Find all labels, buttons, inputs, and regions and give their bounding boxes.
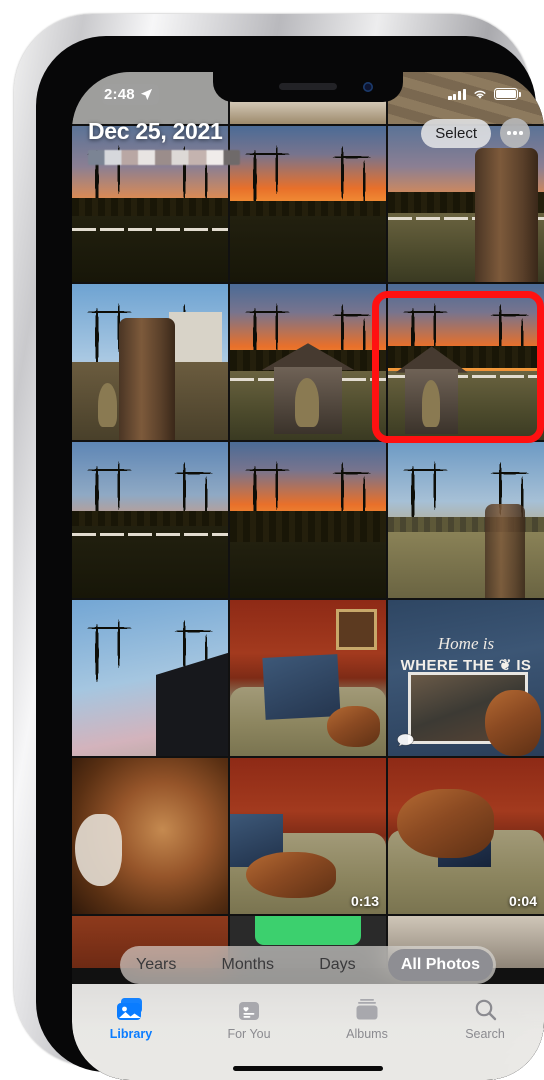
photo-row2-col1[interactable] bbox=[72, 284, 228, 440]
timeline-segmented-control-wrap: Years Months Days All Photos bbox=[72, 946, 544, 984]
video-duration-badge: 0:13 bbox=[350, 893, 379, 909]
photo-row5-col2[interactable]: 0:13 bbox=[230, 758, 386, 914]
photo-row4-col3[interactable]: Home is WHERE THE ❦ IS bbox=[388, 600, 544, 756]
phone-frame: Home is WHERE THE ❦ IS 0:13 0:04 Dec 25,… bbox=[14, 14, 544, 1080]
tab-label-for-you: For You bbox=[227, 1027, 271, 1041]
speaker-grille bbox=[279, 83, 337, 90]
ellipsis-icon-dot bbox=[507, 131, 511, 135]
home-indicator[interactable] bbox=[233, 1066, 383, 1071]
tab-library[interactable]: Library bbox=[72, 994, 190, 1080]
cellular-bars-icon bbox=[448, 88, 466, 100]
photo-row3-col2[interactable] bbox=[230, 442, 386, 598]
header-title-group: Dec 25, 2021 bbox=[88, 118, 240, 165]
tab-label-search: Search bbox=[465, 1027, 505, 1041]
notch bbox=[213, 72, 403, 102]
tab-label-albums: Albums bbox=[346, 1027, 388, 1041]
segment-years[interactable]: Years bbox=[123, 949, 189, 981]
photo-row5-col3[interactable]: 0:04 bbox=[388, 758, 544, 914]
photo-row5-col1[interactable] bbox=[72, 758, 228, 914]
location-arrow-icon bbox=[140, 88, 152, 100]
header-actions: Select bbox=[421, 118, 530, 148]
segment-all-photos[interactable]: All Photos bbox=[387, 949, 493, 981]
status-right bbox=[448, 88, 521, 100]
photo-row4-col1[interactable] bbox=[72, 600, 228, 756]
more-options-button[interactable] bbox=[500, 118, 530, 148]
select-button[interactable]: Select bbox=[421, 118, 491, 148]
blanket-text-line1: Home is bbox=[437, 634, 495, 654]
location-subtitle-redacted bbox=[88, 150, 240, 165]
status-left: 2:48 bbox=[102, 83, 159, 105]
photo-grid: Home is WHERE THE ❦ IS 0:13 0:04 bbox=[72, 72, 544, 1080]
status-time: 2:48 bbox=[104, 85, 135, 103]
timeline-segmented-control[interactable]: Years Months Days All Photos bbox=[120, 946, 496, 984]
photo-stack-icon bbox=[116, 994, 146, 1022]
for-you-card-icon bbox=[237, 994, 261, 1022]
page-title: Dec 25, 2021 bbox=[88, 118, 223, 144]
ellipsis-icon-dot bbox=[519, 131, 523, 135]
segment-days[interactable]: Days bbox=[306, 949, 368, 981]
comment-bubble-icon bbox=[397, 733, 414, 747]
photo-row2-col2[interactable] bbox=[230, 284, 386, 440]
photo-row2-col3[interactable] bbox=[388, 284, 544, 440]
albums-stack-icon bbox=[354, 994, 380, 1022]
phone-bezel: Home is WHERE THE ❦ IS 0:13 0:04 Dec 25,… bbox=[36, 36, 544, 1080]
segment-months[interactable]: Months bbox=[209, 949, 287, 981]
tab-search[interactable]: Search bbox=[426, 994, 544, 1080]
tab-label-library: Library bbox=[109, 1027, 153, 1041]
phone-screen: Home is WHERE THE ❦ IS 0:13 0:04 Dec 25,… bbox=[72, 72, 544, 1080]
wifi-icon bbox=[474, 90, 486, 99]
ellipsis-icon-dot bbox=[513, 131, 517, 135]
battery-icon bbox=[494, 88, 521, 100]
photos-app: Home is WHERE THE ❦ IS 0:13 0:04 Dec 25,… bbox=[72, 72, 544, 1080]
photos-header: Dec 25, 2021 Select bbox=[72, 110, 544, 165]
photo-row4-col2[interactable] bbox=[230, 600, 386, 756]
video-duration-badge: 0:04 bbox=[508, 893, 537, 909]
magnifier-icon bbox=[473, 994, 498, 1022]
photo-row3-col3[interactable] bbox=[388, 442, 544, 598]
front-camera bbox=[363, 82, 373, 92]
photo-row3-col1[interactable] bbox=[72, 442, 228, 598]
screenshot-root: Home is WHERE THE ❦ IS 0:13 0:04 Dec 25,… bbox=[0, 0, 544, 1080]
